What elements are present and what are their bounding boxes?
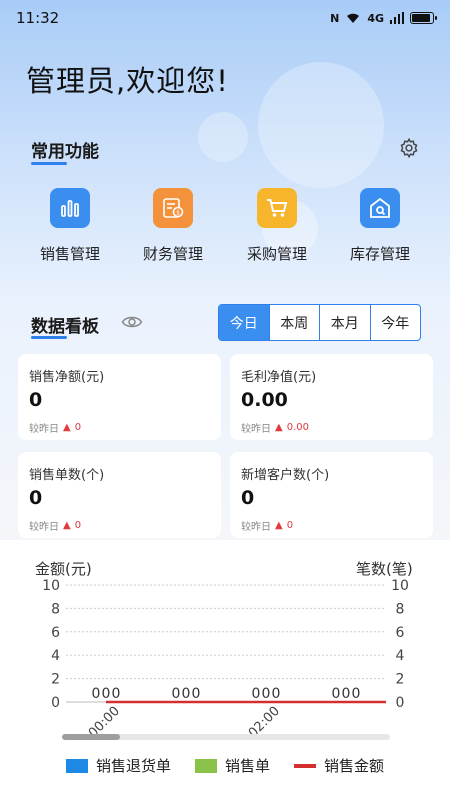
legend-swatch	[194, 758, 217, 773]
period-selector: 今日 本周 本月 今年	[218, 304, 421, 341]
data-label: 0	[272, 686, 281, 702]
legend-label: 销售金额	[324, 757, 385, 775]
decor-bubble-small	[198, 112, 248, 162]
functions-title-underline	[31, 162, 67, 165]
func-purchase[interactable]: 采购管理	[232, 188, 322, 264]
card-value: 0	[241, 487, 255, 509]
functions-title: 常用功能	[31, 142, 99, 162]
y-tick-label-left: 0	[51, 695, 60, 711]
func-finance-label: 财务管理	[142, 245, 203, 263]
func-inventory[interactable]: 库存管理	[335, 188, 425, 264]
compare-value: 0	[286, 520, 294, 531]
compare-value: 0	[74, 422, 82, 433]
sales-chart: 0 02 24 46 68 810 100 0 0 0 0 0 0 0 0 0 0 000:00 02:00	[42, 578, 409, 741]
compare-label: 较昨日	[29, 522, 59, 533]
legend-label: 销售退货单	[95, 757, 171, 775]
legend-item-returns[interactable]: 销售退货单	[65, 755, 171, 776]
period-today[interactable]: 今日	[219, 305, 270, 340]
compare-value: 0	[74, 520, 82, 531]
y-tick-label-left: 8	[51, 601, 60, 617]
bar-chart-icon	[50, 188, 90, 228]
card-compare: 较昨日 ▲ 0.00	[241, 420, 422, 435]
data-label: 0	[252, 686, 261, 702]
decor-bubble-large	[258, 62, 384, 188]
period-year[interactable]: 今年	[371, 305, 421, 340]
card-new-customers[interactable]: 新增客户数(个) 0 较昨日 ▲ 0	[230, 452, 433, 538]
card-label: 毛利净值(元)	[241, 370, 317, 385]
wifi-icon	[347, 13, 360, 23]
card-value: 0	[29, 389, 43, 411]
nfc-icon: N	[330, 11, 340, 25]
triangle-up-icon: ▲	[275, 422, 283, 433]
legend-swatch	[294, 763, 316, 768]
legend-item-sales[interactable]: 销售单	[194, 755, 270, 776]
eye-icon[interactable]	[121, 313, 143, 331]
card-value: 0.00	[241, 389, 288, 411]
warehouse-icon	[360, 188, 400, 228]
data-label: 0	[102, 686, 111, 702]
y-tick-label-right: 0	[396, 695, 405, 711]
chart-scrollbar-thumb[interactable]	[62, 734, 120, 740]
signal-icon	[390, 12, 404, 24]
card-label: 销售单数(个)	[29, 468, 105, 483]
y-tick-label-left: 6	[51, 625, 60, 641]
card-gross-profit[interactable]: 毛利净值(元) 0.00 较昨日 ▲ 0.00	[230, 354, 433, 440]
func-sales-label: 销售管理	[39, 245, 100, 263]
func-purchase-label: 采购管理	[246, 245, 307, 263]
period-week[interactable]: 本周	[270, 305, 320, 340]
data-label: 0	[352, 686, 361, 702]
battery-icon	[410, 12, 437, 24]
y-tick-label-right: 6	[396, 625, 405, 641]
triangle-up-icon: ▲	[63, 422, 71, 433]
status-time: 11:32	[16, 9, 60, 27]
cart-icon	[257, 188, 297, 228]
data-label: 0	[332, 686, 341, 702]
y-tick-label-right: 2	[396, 672, 405, 688]
y-tick-label-right: 8	[396, 601, 405, 617]
y-tick-label-left: 2	[51, 672, 60, 688]
compare-label: 较昨日	[241, 424, 271, 435]
compare-label: 较昨日	[29, 424, 59, 435]
legend-label: 销售单	[224, 757, 270, 775]
data-label: 0	[262, 686, 271, 702]
data-label: 0	[172, 686, 181, 702]
compare-label: 较昨日	[241, 522, 271, 533]
card-sales-net[interactable]: 销售净额(元) 0 较昨日 ▲ 0	[18, 354, 221, 440]
triangle-up-icon: ▲	[63, 520, 71, 531]
legend-swatch	[65, 758, 88, 773]
y-tick-label-left: 4	[51, 648, 60, 664]
card-label: 新增客户数(个)	[241, 468, 330, 483]
y-tick-label-left: 10	[42, 578, 60, 594]
data-label: 0	[112, 686, 121, 702]
card-label: 销售净额(元)	[29, 370, 105, 385]
chart-legend: 销售退货单 销售单 销售金额	[0, 755, 450, 776]
card-value: 0	[29, 487, 43, 509]
status-icons: N 4G	[330, 11, 437, 25]
finance-icon: $	[153, 188, 193, 228]
greeting-title: 管理员,欢迎您!	[26, 64, 229, 98]
dashboard-title-underline	[31, 336, 67, 339]
data-label: 0	[182, 686, 191, 702]
card-compare: 较昨日 ▲ 0	[29, 518, 210, 533]
compare-value: 0.00	[286, 422, 309, 433]
func-finance[interactable]: $ 财务管理	[128, 188, 218, 264]
card-sales-count[interactable]: 销售单数(个) 0 较昨日 ▲ 0	[18, 452, 221, 538]
data-label: 0	[342, 686, 351, 702]
triangle-up-icon: ▲	[275, 520, 283, 531]
period-month[interactable]: 本月	[320, 305, 371, 340]
card-compare: 较昨日 ▲ 0	[241, 518, 422, 533]
dashboard-title: 数据看板	[31, 317, 99, 337]
data-label: 0	[192, 686, 201, 702]
network-type: 4G	[367, 11, 384, 25]
func-sales[interactable]: 销售管理	[25, 188, 115, 264]
data-label: 0	[92, 686, 101, 702]
status-bar: 11:32 N 4G	[0, 0, 450, 36]
legend-item-amount[interactable]: 销售金额	[294, 755, 384, 776]
svg-text:$: $	[176, 210, 180, 217]
y-tick-label-right: 10	[391, 578, 409, 594]
func-inventory-label: 库存管理	[349, 245, 410, 263]
card-compare: 较昨日 ▲ 0	[29, 420, 210, 435]
gear-icon[interactable]	[398, 137, 420, 159]
y-tick-label-right: 4	[396, 648, 405, 664]
